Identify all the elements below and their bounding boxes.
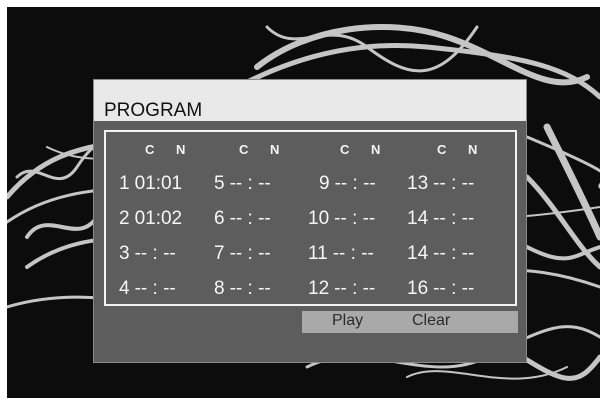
slot-number: 7: [214, 243, 225, 264]
column-header-n: N: [270, 142, 280, 157]
slot-value: -- : --: [334, 278, 376, 299]
slot-number: 16: [407, 278, 429, 299]
program-slot[interactable]: 7 -- : --: [214, 243, 271, 265]
program-slot[interactable]: 10 -- : --: [308, 208, 375, 230]
program-slot[interactable]: 3 -- : --: [119, 243, 176, 265]
slot-value: -- : --: [334, 208, 376, 229]
slot-value: 01:01: [134, 173, 183, 194]
slot-value: -- : --: [229, 243, 271, 264]
program-slot[interactable]: 6 -- : --: [214, 208, 271, 230]
dialog-title: PROGRAM: [104, 100, 203, 121]
slot-number: 4: [119, 278, 130, 299]
column-header-c: C: [437, 142, 447, 157]
slot-value: -- : --: [433, 243, 475, 264]
slot-number: 8: [214, 278, 225, 299]
slot-value: -- : --: [229, 208, 271, 229]
slot-number: 14: [407, 208, 429, 229]
slot-number: 10: [308, 208, 330, 229]
slot-value: 01:02: [134, 208, 183, 229]
program-slot[interactable]: 14 -- : --: [407, 243, 474, 265]
column-header-n: N: [176, 142, 186, 157]
program-dialog: PROGRAM C N C N C N C N 1 01:01 5 -- : -- …: [93, 79, 527, 363]
slot-value: -- : --: [433, 278, 475, 299]
slot-value: -- : --: [134, 243, 176, 264]
slot-value: -- : --: [229, 278, 271, 299]
program-slot[interactable]: 9 -- : --: [319, 173, 376, 195]
slot-number: 6: [214, 208, 225, 229]
program-slot[interactable]: 4 -- : --: [119, 278, 176, 300]
slot-number: 14: [407, 243, 429, 264]
slot-number: 5: [214, 173, 225, 194]
program-slot[interactable]: 8 -- : --: [214, 278, 271, 300]
column-header-n: N: [371, 142, 381, 157]
slot-value: -- : --: [134, 278, 176, 299]
program-slot[interactable]: 1 01:01: [119, 173, 182, 195]
program-slot[interactable]: 5 -- : --: [214, 173, 271, 195]
slot-number: 3: [119, 243, 130, 264]
slot-number: 12: [308, 278, 330, 299]
slot-number: 13: [407, 173, 429, 194]
slot-number: 2: [119, 208, 130, 229]
program-slot[interactable]: 2 01:02: [119, 208, 182, 230]
play-button[interactable]: Play: [332, 312, 363, 330]
program-slot[interactable]: 16 -- : --: [407, 278, 474, 300]
slot-number: 1: [119, 173, 130, 194]
program-slot[interactable]: 14 -- : --: [407, 208, 474, 230]
tv-screen: PROGRAM C N C N C N C N 1 01:01 5 -- : -- …: [7, 7, 600, 398]
button-bar: Play Clear: [302, 311, 518, 333]
column-header-n: N: [468, 142, 478, 157]
column-header-c: C: [145, 142, 155, 157]
slot-number: 9: [319, 173, 330, 194]
column-header-c: C: [239, 142, 249, 157]
column-header-c: C: [340, 142, 350, 157]
program-slot[interactable]: 13 -- : --: [407, 173, 474, 195]
slot-number: 11: [308, 243, 328, 264]
program-slot[interactable]: 11 -- : --: [308, 243, 374, 265]
dialog-title-bar: PROGRAM: [94, 80, 526, 121]
clear-button[interactable]: Clear: [412, 312, 450, 330]
slot-value: -- : --: [332, 243, 374, 264]
slot-value: -- : --: [334, 173, 376, 194]
slot-value: -- : --: [433, 173, 475, 194]
slot-value: -- : --: [433, 208, 475, 229]
slot-value: -- : --: [229, 173, 271, 194]
program-slot[interactable]: 12 -- : --: [308, 278, 375, 300]
